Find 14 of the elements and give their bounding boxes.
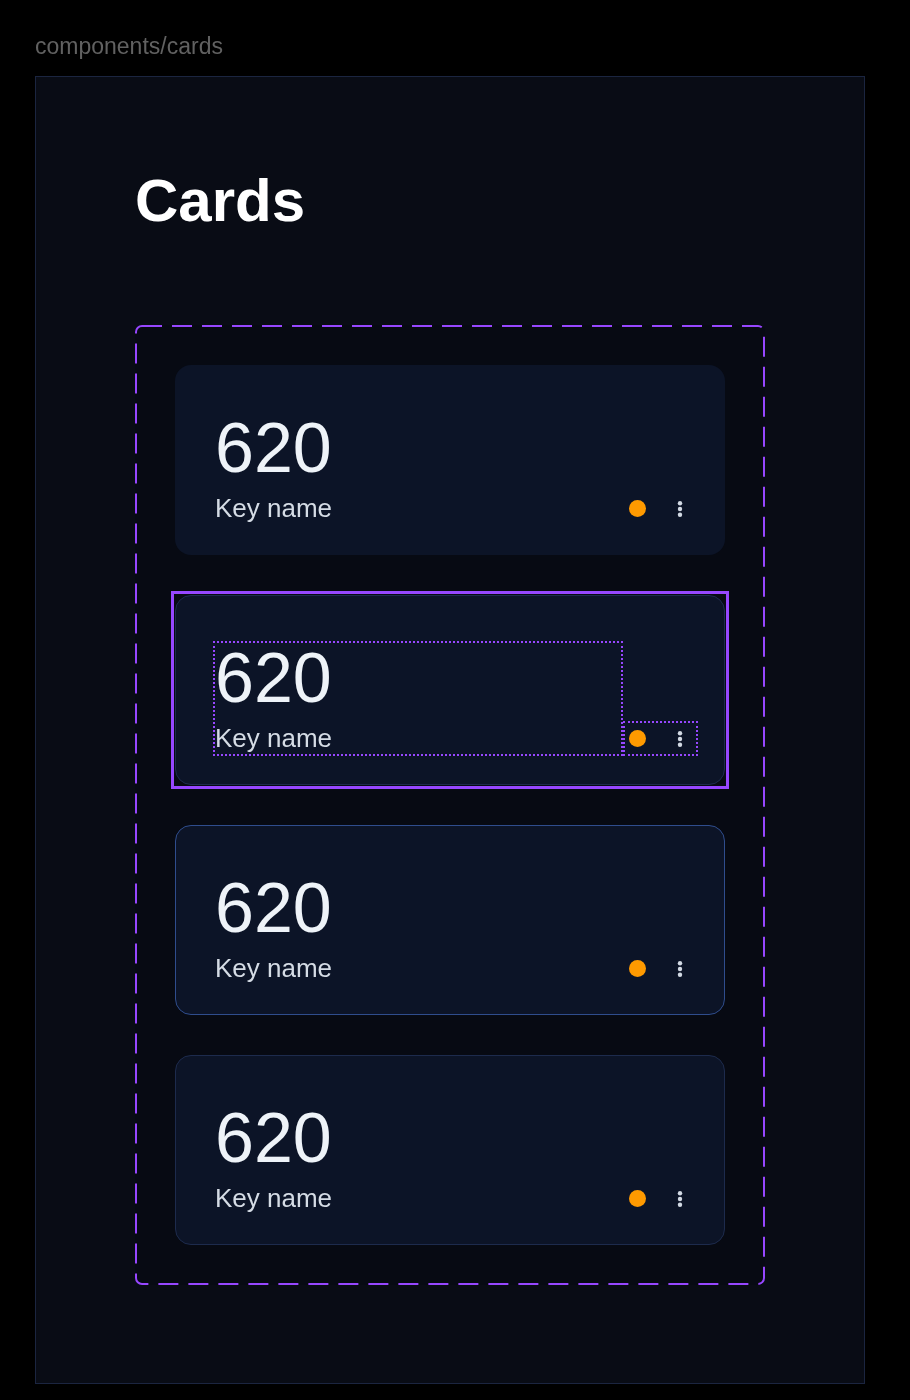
more-icon[interactable]: [677, 1190, 683, 1207]
card-label: Key name: [215, 723, 334, 754]
more-icon[interactable]: [677, 960, 683, 977]
card-value: 620: [215, 873, 333, 943]
card-value: 620: [215, 413, 333, 483]
card-label: Key name: [215, 1183, 334, 1214]
page-title: Cards: [135, 166, 306, 235]
more-icon[interactable]: [677, 500, 683, 517]
card-label: Key name: [215, 493, 334, 524]
frame-label: components/cards: [35, 33, 223, 60]
more-icon[interactable]: [677, 730, 683, 747]
card-label: Key name: [215, 953, 334, 984]
card-value: 620: [215, 643, 333, 713]
card-value: 620: [215, 1103, 333, 1173]
